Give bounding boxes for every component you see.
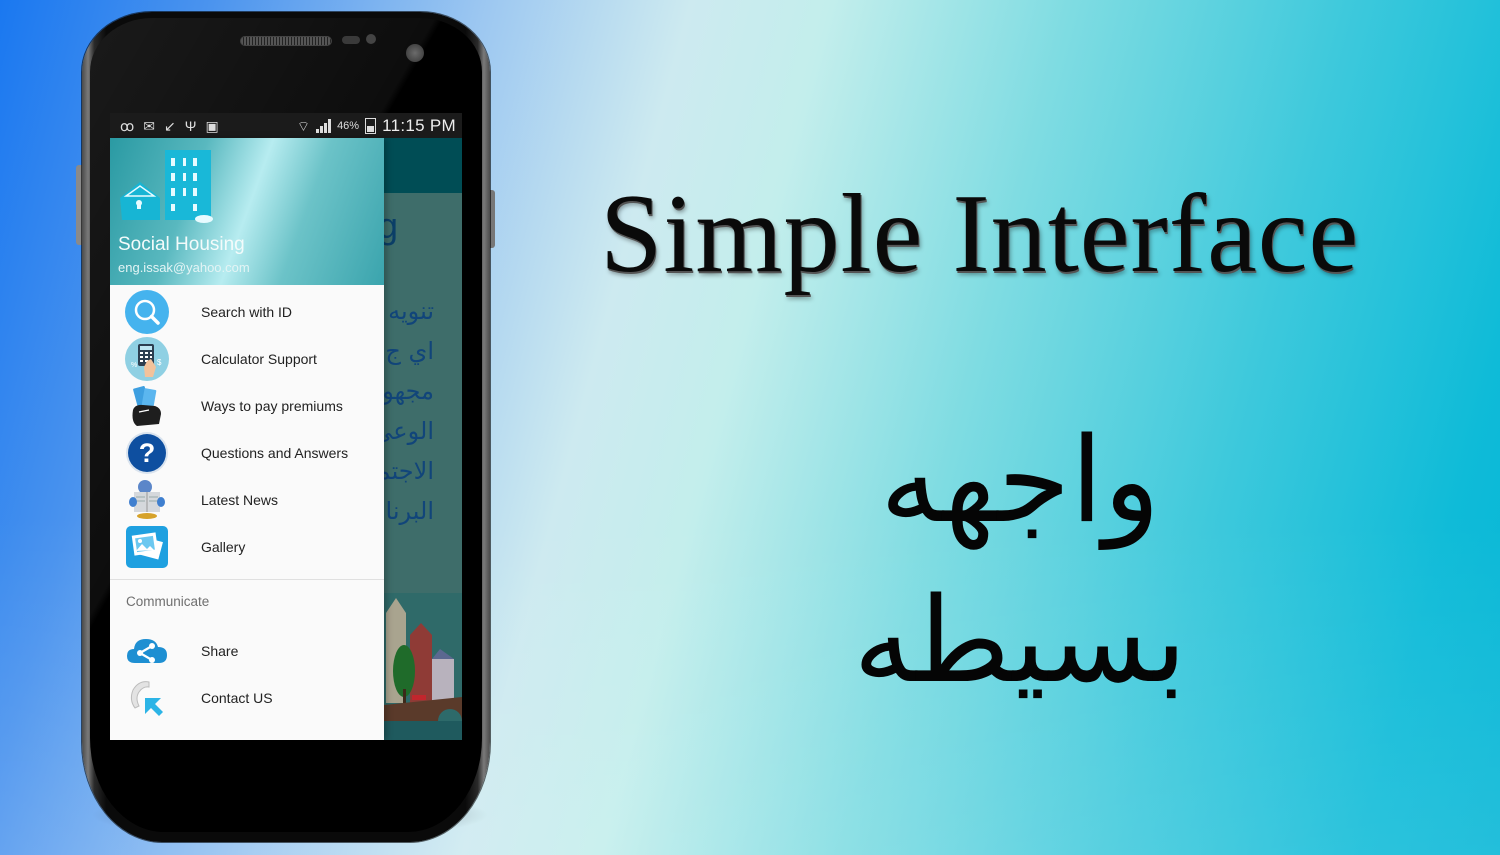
menu-label: Questions and Answers (201, 444, 349, 461)
promo-headline: Simple Interface (600, 172, 1360, 296)
mail-icon: ✉ (143, 117, 155, 134)
menu-label: Share (201, 642, 239, 659)
menu-label: Latest News (201, 491, 279, 508)
menu-item-latest-news[interactable]: Latest News (110, 476, 384, 523)
menu-label: Search with ID (201, 303, 293, 320)
menu-label: Gallery (201, 538, 246, 555)
navigation-drawer: Social Housing eng.issak@yahoo.com Searc… (110, 138, 384, 740)
gallery-icon (124, 525, 170, 569)
money-hand-icon (124, 384, 170, 428)
menu-label: Calculator Support (201, 350, 317, 367)
question-icon: ? (124, 431, 170, 475)
search-icon (124, 290, 170, 334)
image-icon: ▣ (205, 117, 219, 134)
drawer-user-email: eng.issak@yahoo.com (118, 260, 250, 275)
menu-item-search-with-id[interactable]: Search with ID (110, 288, 384, 335)
light-sensor (366, 34, 376, 44)
status-bar: ꝏ ✉ ↙ Ψ ▣ ⌔ 46% 11:15 PM (110, 113, 462, 138)
battery-percent: 46% (337, 119, 360, 132)
menu-item-share[interactable]: Share (110, 627, 384, 674)
menu-item-calculator-support[interactable]: % $ Calculator Support (110, 335, 384, 382)
missed-call-icon: ↙ (164, 117, 176, 134)
power-button (490, 190, 495, 248)
app-logo-icon (120, 150, 213, 223)
menu-item-questions-and-answers[interactable]: ? Questions and Answers (110, 429, 384, 476)
menu-item-contact-us[interactable]: Contact US (110, 674, 384, 721)
promo-subheadline-arabic: واجهه بسيطه (853, 411, 1187, 709)
signal-icon (316, 118, 332, 133)
menu-item-ways-to-pay-premiums[interactable]: Ways to pay premiums (110, 382, 384, 429)
battery-icon (365, 117, 377, 134)
front-camera (406, 44, 424, 62)
wifi-icon: ⌔ (296, 117, 311, 134)
svg-text:$: $ (157, 358, 162, 367)
city-illustration (384, 593, 462, 740)
drawer-app-name: Social Housing (118, 234, 245, 255)
drawer-header: Social Housing eng.issak@yahoo.com (110, 138, 384, 285)
usb-icon: Ψ (184, 117, 197, 134)
menu-item-gallery[interactable]: Gallery (110, 523, 384, 570)
share-icon (124, 629, 170, 673)
drawer-menu: Search with ID % $ Calculator Support Way… (110, 288, 384, 721)
app-notification-icon: ꝏ (120, 117, 135, 134)
menu-label: Ways to pay premiums (201, 397, 343, 414)
menu-label: Contact US (201, 689, 273, 706)
phone-speaker (240, 36, 332, 46)
svg-text:?: ? (139, 438, 156, 468)
proximity-sensor (342, 36, 360, 44)
status-time: 11:15 PM (382, 115, 456, 135)
newspaper-icon (124, 478, 170, 522)
contact-icon (124, 676, 170, 720)
svg-text:%: % (131, 362, 137, 369)
phone-screen: g تنويه اي ج مجهو الوعي الاجتم البرنا ꝏ … (110, 113, 462, 740)
calculator-icon: % $ (124, 337, 170, 381)
section-title-communicate: Communicate (126, 594, 210, 609)
